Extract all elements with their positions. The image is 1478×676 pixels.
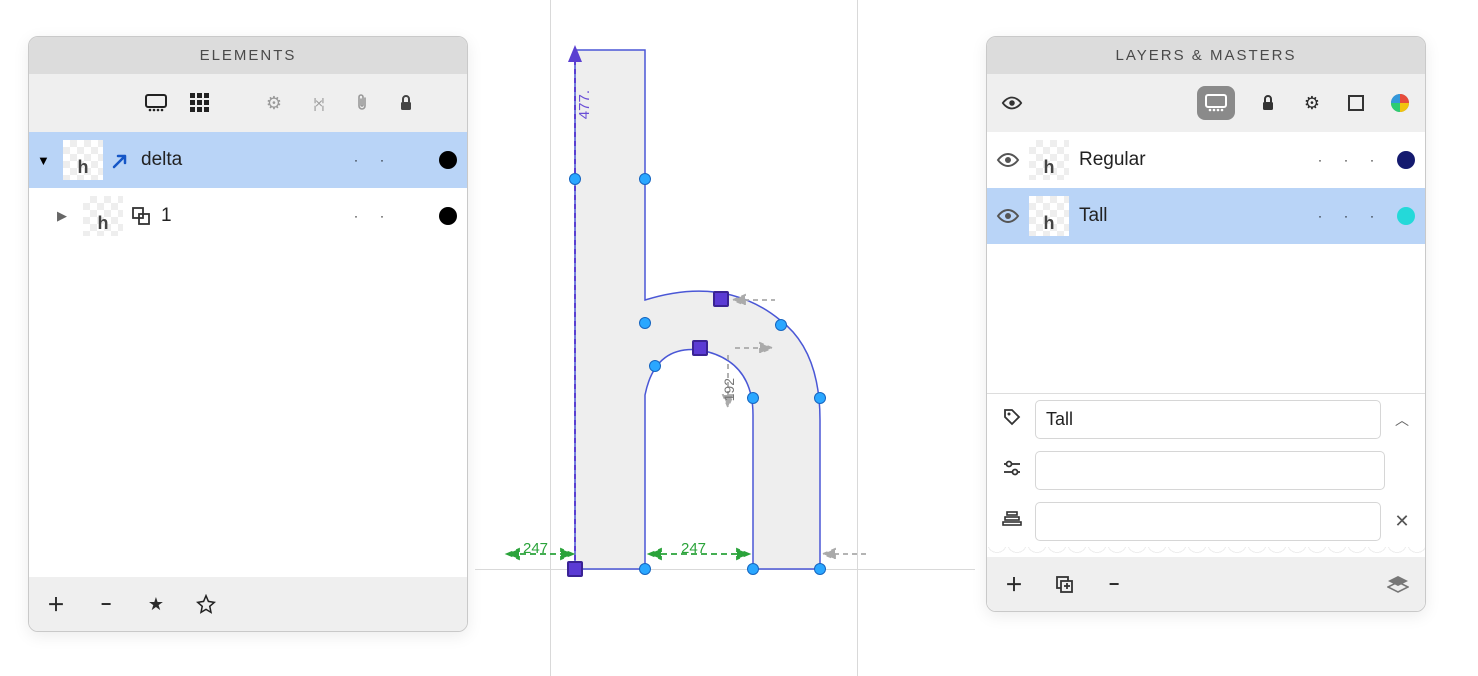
add-icon[interactable]: ＋: [1003, 573, 1025, 595]
disclosure-triangle-icon[interactable]: ▼: [37, 153, 55, 168]
layer-thumb: h: [1029, 196, 1069, 236]
layer-name-input[interactable]: [1035, 400, 1381, 439]
element-thumb: h: [63, 140, 103, 180]
star-outline-icon[interactable]: [195, 593, 217, 615]
close-icon[interactable]: ✕: [1391, 511, 1413, 533]
gear-icon[interactable]: ⚙: [263, 92, 285, 114]
layer-name: Regular: [1077, 149, 1303, 171]
layers-stack-icon[interactable]: [1387, 573, 1409, 595]
layer-name: Tall: [1077, 205, 1303, 227]
elements-panel-title: ELEMENTS: [29, 37, 467, 74]
color-wheel-icon[interactable]: [1389, 92, 1411, 114]
element-name: delta: [139, 149, 339, 171]
measure-ascender: 477.: [576, 90, 593, 119]
overlap-icon: [131, 207, 151, 225]
remove-icon[interactable]: −: [95, 593, 117, 615]
stack-icon: [999, 510, 1025, 533]
color-chip[interactable]: [439, 151, 457, 169]
col-dot: ·: [373, 153, 391, 167]
grid-icon[interactable]: [189, 92, 211, 114]
elements-list: ▼ h delta · · ▶ h 1 · ·: [29, 132, 467, 577]
layer-stack-input[interactable]: [1035, 502, 1381, 541]
layer-row-tall[interactable]: h Tall · · ·: [987, 188, 1425, 244]
col-dot: ·: [373, 209, 391, 223]
lock-icon[interactable]: [395, 92, 417, 114]
disclosure-triangle-icon[interactable]: ▶: [57, 208, 75, 224]
chevron-up-icon[interactable]: ︿: [1391, 409, 1413, 431]
layer-thumb: h: [1029, 140, 1069, 180]
add-icon[interactable]: ＋: [45, 593, 67, 615]
layers-list: h Regular · · · h Tall · · ·: [987, 132, 1425, 393]
color-chip[interactable]: [439, 207, 457, 225]
element-thumb: h: [83, 196, 123, 236]
bbox-active-icon[interactable]: [1197, 86, 1235, 120]
gear-icon[interactable]: ⚙: [1301, 92, 1323, 114]
measure-left-sidebearing: 247: [523, 540, 548, 557]
sliders-icon: [999, 460, 1025, 481]
eye-icon[interactable]: [995, 205, 1021, 227]
elements-toolbar: ⚙ ¦×¦: [29, 74, 467, 132]
layer-axis-input[interactable]: [1035, 451, 1385, 490]
paperclip-icon[interactable]: [351, 92, 373, 114]
elements-panel: ELEMENTS ⚙ ¦×¦ ▼ h delta · ·: [28, 36, 468, 632]
element-name: 1: [159, 205, 339, 227]
layer-properties: ︿ ✕ ＋ −: [987, 393, 1425, 611]
link-arrow-icon: [111, 150, 131, 170]
color-chip[interactable]: [1397, 207, 1415, 225]
measure-counter: 247: [681, 540, 706, 557]
eye-icon[interactable]: [1001, 92, 1023, 114]
outline-icon[interactable]: [1345, 92, 1367, 114]
glyph-outline: [475, 0, 975, 676]
layers-panel-title: LAYERS & MASTERS: [987, 37, 1425, 74]
bbox-icon[interactable]: [145, 92, 167, 114]
measure-inner: 192: [721, 378, 737, 401]
element-row-delta[interactable]: ▼ h delta · ·: [29, 132, 467, 188]
lock-icon[interactable]: [1257, 92, 1279, 114]
remove-icon[interactable]: −: [1103, 573, 1125, 595]
glyph-canvas[interactable]: 247 247 477. 192: [475, 0, 975, 676]
duplicate-icon[interactable]: [1053, 573, 1075, 595]
layers-panel: LAYERS & MASTERS ⚙: [986, 36, 1426, 612]
star-filled-icon[interactable]: ★: [145, 593, 167, 615]
layers-toolbar: ⚙: [987, 74, 1425, 132]
tag-icon: [999, 407, 1025, 432]
color-chip[interactable]: [1397, 151, 1415, 169]
elements-footer: ＋ − ★: [29, 577, 467, 631]
col-dot: ·: [347, 209, 365, 223]
element-row-1[interactable]: ▶ h 1 · ·: [29, 188, 467, 244]
layer-row-regular[interactable]: h Regular · · ·: [987, 132, 1425, 188]
col-dot: ·: [347, 153, 365, 167]
eye-icon[interactable]: [995, 149, 1021, 171]
flip-icon[interactable]: ¦×¦: [307, 92, 329, 114]
